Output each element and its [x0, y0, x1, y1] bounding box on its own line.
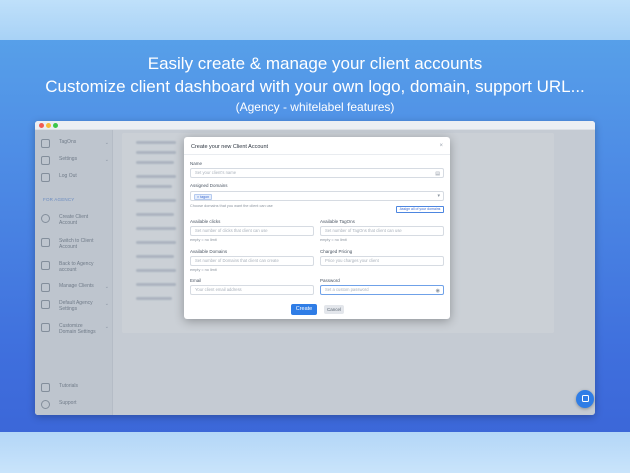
pricing-label: Charged Pricing [320, 249, 353, 254]
cancel-button[interactable]: Cancel [324, 305, 344, 314]
tagons-label: Available TagOns [320, 219, 355, 224]
assign-all-domains-button[interactable]: Assign all of your domains [396, 206, 444, 213]
domains-select[interactable]: × tagon ▾ [190, 191, 444, 201]
email-placeholder: Your client email address [195, 287, 242, 292]
minimize-window-icon[interactable] [46, 123, 51, 128]
domain-tag[interactable]: × tagon [194, 193, 213, 200]
window-titlebar [35, 121, 595, 130]
name-field[interactable]: Set your client's name ▤ [190, 168, 444, 178]
create-client-modal: Create your new Client Account × Name Se… [184, 137, 450, 319]
clicks-field[interactable]: Set number of clicks that client can use [190, 226, 314, 236]
close-window-icon[interactable] [39, 123, 44, 128]
create-button[interactable]: Create [291, 304, 317, 315]
tagons-placeholder: Set number of TagOns that client can use [325, 228, 402, 233]
available-domains-placeholder: Set number of Domains that client can cr… [195, 258, 279, 263]
dropdown-arrow-icon: ▾ [437, 193, 440, 199]
headline-line-1: Easily create & manage your client accou… [147, 54, 483, 73]
password-label: Password [320, 278, 340, 283]
email-field[interactable]: Your client email address [190, 285, 314, 295]
available-domains-field[interactable]: Set number of Domains that client can cr… [190, 256, 314, 266]
modal-title: Create your new Client Account [191, 144, 269, 150]
chat-icon [581, 395, 589, 402]
headline-line-3: (Agency - whitelabel features) [235, 100, 395, 114]
name-placeholder: Set your client's name [195, 170, 237, 175]
name-label: Name [190, 161, 203, 166]
available-domains-label: Available Domains [190, 249, 228, 254]
clicks-label: Available clicks [190, 219, 221, 224]
bottom-banner-strip [0, 432, 630, 473]
email-label: Email [190, 278, 202, 283]
domains-hint: Choose domains that you want the client … [190, 204, 273, 208]
available-domains-hint: empty = no limit [190, 268, 217, 272]
password-placeholder: Set a custom password [325, 287, 369, 292]
tagons-field[interactable]: Set number of TagOns that client can use [320, 226, 444, 236]
domains-label: Assigned Domains [190, 183, 228, 188]
chat-support-button[interactable] [576, 390, 594, 408]
maximize-window-icon[interactable] [53, 123, 58, 128]
pricing-placeholder: Price you charges your client [325, 258, 379, 263]
password-field[interactable]: Set a custom password ◉ [320, 285, 444, 295]
modal-divider [184, 154, 450, 155]
pricing-field[interactable]: Price you charges your client [320, 256, 444, 266]
eye-icon[interactable]: ◉ [436, 287, 440, 295]
id-card-icon: ▤ [435, 171, 440, 177]
clicks-placeholder: Set number of clicks that client can use [195, 228, 268, 233]
clicks-hint: empty = no limit [190, 238, 217, 242]
top-banner-strip [0, 0, 630, 40]
close-icon[interactable]: × [439, 143, 443, 149]
tagons-hint: empty = no limit [320, 238, 347, 242]
headline-line-2: Customize client dashboard with your own… [45, 77, 585, 96]
